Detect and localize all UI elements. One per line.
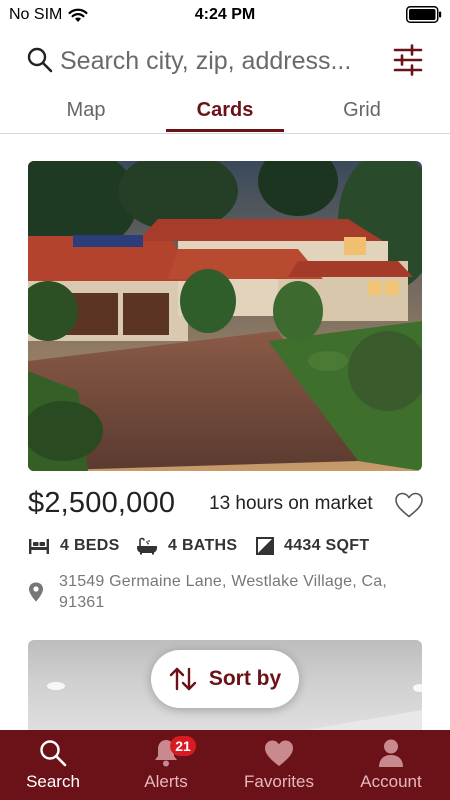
status-time: 4:24 PM <box>194 6 256 23</box>
tab-map[interactable]: Map <box>26 94 146 134</box>
sort-button[interactable]: Sort by <box>151 650 299 708</box>
location-pin-icon <box>29 582 43 602</box>
tab-grid[interactable]: Grid <box>302 94 422 134</box>
heart-icon <box>265 740 293 766</box>
filter-sliders-icon[interactable] <box>392 44 424 76</box>
time-on-market: 13 hours on market <box>209 493 373 514</box>
property-specs: 4 BEDS 4 BATHS 4434 SQFT <box>28 535 422 563</box>
sort-label: Sort by <box>208 667 282 690</box>
listings-screen: No SIM 4:24 PM Search city, zip, address… <box>0 0 450 800</box>
house-photo-illustration <box>28 161 422 471</box>
search-icon <box>27 47 53 73</box>
view-tabs: Map Cards Grid <box>0 94 450 134</box>
nav-account-label: Account <box>360 772 422 791</box>
price-row: $2,500,000 13 hours on market <box>28 487 424 527</box>
search-bar <box>0 40 450 84</box>
active-tab-indicator <box>166 129 284 132</box>
bathtub-icon <box>137 537 157 555</box>
battery-icon <box>406 6 442 23</box>
listing-address: 31549 Germaine Lane, Westlake Village, C… <box>59 573 388 611</box>
sort-arrows-icon <box>169 667 197 691</box>
bottom-nav: Search 21 Alerts Favorites Account <box>0 730 450 800</box>
address-row: 31549 Germaine Lane, Westlake Village, C… <box>28 569 422 615</box>
alerts-badge: 21 <box>170 736 196 756</box>
square-footage-icon <box>256 537 274 555</box>
nav-favorites-label: Favorites <box>244 772 314 791</box>
nav-favorites[interactable]: Favorites <box>223 730 335 800</box>
spec-sqft: 4434 SQFT <box>256 537 369 555</box>
nav-search-label: Search <box>26 772 80 791</box>
search-input[interactable] <box>60 42 380 80</box>
spec-beds: 4 BEDS <box>28 537 120 555</box>
search-icon <box>40 740 67 767</box>
listing-price: $2,500,000 <box>28 487 176 519</box>
nav-search[interactable]: Search <box>0 730 109 800</box>
baths-label: 4 BATHS <box>168 537 238 554</box>
sqft-label: 4434 SQFT <box>284 537 370 554</box>
tab-cards[interactable]: Cards <box>166 94 284 134</box>
status-bar: No SIM 4:24 PM <box>0 0 450 32</box>
beds-label: 4 BEDS <box>60 537 120 554</box>
listing-photo[interactable] <box>28 161 422 471</box>
spec-baths: 4 BATHS <box>136 537 237 555</box>
favorite-heart-icon[interactable] <box>394 491 424 519</box>
bed-icon <box>29 539 49 554</box>
person-icon <box>379 739 403 767</box>
nav-alerts-label: Alerts <box>144 772 188 791</box>
nav-alerts[interactable]: 21 Alerts <box>110 730 222 800</box>
nav-account[interactable]: Account <box>335 730 447 800</box>
